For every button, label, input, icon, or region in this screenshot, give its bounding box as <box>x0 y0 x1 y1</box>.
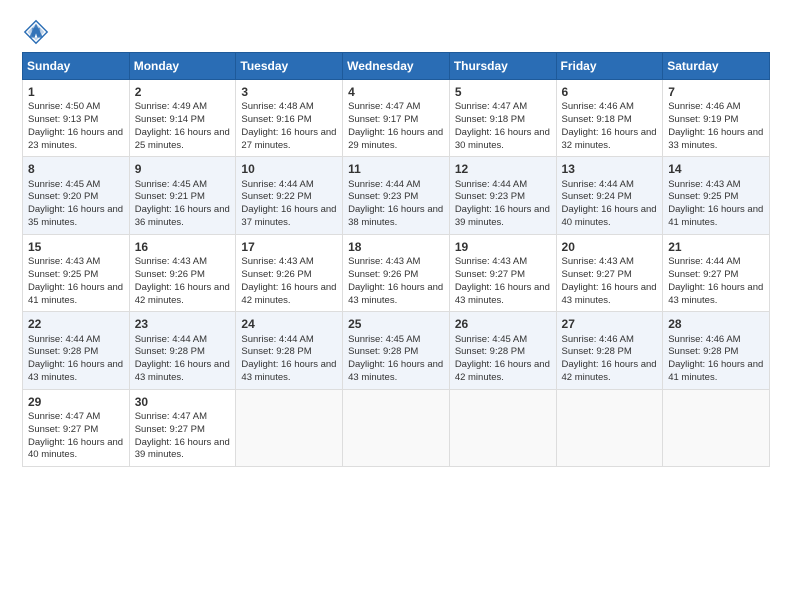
day-number: 14 <box>668 161 764 177</box>
calendar-cell: 10Sunrise: 4:44 AMSunset: 9:22 PMDayligh… <box>236 157 343 234</box>
day-number: 9 <box>135 161 231 177</box>
calendar-cell: 7Sunrise: 4:46 AMSunset: 9:19 PMDaylight… <box>663 80 770 157</box>
day-number: 6 <box>562 84 658 100</box>
calendar-cell: 25Sunrise: 4:45 AMSunset: 9:28 PMDayligh… <box>343 312 450 389</box>
calendar-cell: 24Sunrise: 4:44 AMSunset: 9:28 PMDayligh… <box>236 312 343 389</box>
header <box>22 18 770 46</box>
day-number: 1 <box>28 84 124 100</box>
calendar-cell: 22Sunrise: 4:44 AMSunset: 9:28 PMDayligh… <box>23 312 130 389</box>
calendar: Sunday Monday Tuesday Wednesday Thursday… <box>22 52 770 467</box>
calendar-cell: 11Sunrise: 4:44 AMSunset: 9:23 PMDayligh… <box>343 157 450 234</box>
day-number: 15 <box>28 239 124 255</box>
day-number: 23 <box>135 316 231 332</box>
calendar-cell: 13Sunrise: 4:44 AMSunset: 9:24 PMDayligh… <box>556 157 663 234</box>
day-number: 17 <box>241 239 337 255</box>
day-number: 18 <box>348 239 444 255</box>
day-number: 2 <box>135 84 231 100</box>
col-friday: Friday <box>556 53 663 80</box>
calendar-cell: 29Sunrise: 4:47 AMSunset: 9:27 PMDayligh… <box>23 389 130 466</box>
col-monday: Monday <box>129 53 236 80</box>
calendar-week-row: 15Sunrise: 4:43 AMSunset: 9:25 PMDayligh… <box>23 234 770 311</box>
day-number: 24 <box>241 316 337 332</box>
col-wednesday: Wednesday <box>343 53 450 80</box>
day-number: 25 <box>348 316 444 332</box>
day-number: 20 <box>562 239 658 255</box>
calendar-cell: 23Sunrise: 4:44 AMSunset: 9:28 PMDayligh… <box>129 312 236 389</box>
calendar-cell: 1Sunrise: 4:50 AMSunset: 9:13 PMDaylight… <box>23 80 130 157</box>
col-saturday: Saturday <box>663 53 770 80</box>
calendar-cell: 9Sunrise: 4:45 AMSunset: 9:21 PMDaylight… <box>129 157 236 234</box>
calendar-cell: 2Sunrise: 4:49 AMSunset: 9:14 PMDaylight… <box>129 80 236 157</box>
calendar-cell <box>663 389 770 466</box>
calendar-cell: 14Sunrise: 4:43 AMSunset: 9:25 PMDayligh… <box>663 157 770 234</box>
day-number: 11 <box>348 161 444 177</box>
day-number: 27 <box>562 316 658 332</box>
day-number: 12 <box>455 161 551 177</box>
calendar-cell: 4Sunrise: 4:47 AMSunset: 9:17 PMDaylight… <box>343 80 450 157</box>
calendar-week-row: 8Sunrise: 4:45 AMSunset: 9:20 PMDaylight… <box>23 157 770 234</box>
col-thursday: Thursday <box>449 53 556 80</box>
calendar-cell <box>236 389 343 466</box>
day-number: 4 <box>348 84 444 100</box>
calendar-cell <box>556 389 663 466</box>
calendar-cell: 26Sunrise: 4:45 AMSunset: 9:28 PMDayligh… <box>449 312 556 389</box>
day-number: 10 <box>241 161 337 177</box>
calendar-week-row: 22Sunrise: 4:44 AMSunset: 9:28 PMDayligh… <box>23 312 770 389</box>
page: Sunday Monday Tuesday Wednesday Thursday… <box>0 0 792 612</box>
calendar-cell: 17Sunrise: 4:43 AMSunset: 9:26 PMDayligh… <box>236 234 343 311</box>
day-number: 3 <box>241 84 337 100</box>
calendar-cell: 18Sunrise: 4:43 AMSunset: 9:26 PMDayligh… <box>343 234 450 311</box>
calendar-cell: 20Sunrise: 4:43 AMSunset: 9:27 PMDayligh… <box>556 234 663 311</box>
calendar-cell: 5Sunrise: 4:47 AMSunset: 9:18 PMDaylight… <box>449 80 556 157</box>
logo <box>22 18 54 46</box>
calendar-cell: 30Sunrise: 4:47 AMSunset: 9:27 PMDayligh… <box>129 389 236 466</box>
calendar-cell: 27Sunrise: 4:46 AMSunset: 9:28 PMDayligh… <box>556 312 663 389</box>
calendar-cell: 28Sunrise: 4:46 AMSunset: 9:28 PMDayligh… <box>663 312 770 389</box>
calendar-cell: 16Sunrise: 4:43 AMSunset: 9:26 PMDayligh… <box>129 234 236 311</box>
day-number: 29 <box>28 394 124 410</box>
day-number: 8 <box>28 161 124 177</box>
calendar-week-row: 29Sunrise: 4:47 AMSunset: 9:27 PMDayligh… <box>23 389 770 466</box>
calendar-cell <box>343 389 450 466</box>
day-number: 26 <box>455 316 551 332</box>
calendar-cell <box>449 389 556 466</box>
col-tuesday: Tuesday <box>236 53 343 80</box>
day-number: 19 <box>455 239 551 255</box>
day-number: 30 <box>135 394 231 410</box>
calendar-cell: 15Sunrise: 4:43 AMSunset: 9:25 PMDayligh… <box>23 234 130 311</box>
day-number: 22 <box>28 316 124 332</box>
day-number: 16 <box>135 239 231 255</box>
day-number: 28 <box>668 316 764 332</box>
calendar-cell: 12Sunrise: 4:44 AMSunset: 9:23 PMDayligh… <box>449 157 556 234</box>
logo-icon <box>22 18 50 46</box>
calendar-header-row: Sunday Monday Tuesday Wednesday Thursday… <box>23 53 770 80</box>
day-number: 7 <box>668 84 764 100</box>
day-number: 5 <box>455 84 551 100</box>
day-number: 13 <box>562 161 658 177</box>
calendar-week-row: 1Sunrise: 4:50 AMSunset: 9:13 PMDaylight… <box>23 80 770 157</box>
calendar-cell: 3Sunrise: 4:48 AMSunset: 9:16 PMDaylight… <box>236 80 343 157</box>
col-sunday: Sunday <box>23 53 130 80</box>
calendar-cell: 8Sunrise: 4:45 AMSunset: 9:20 PMDaylight… <box>23 157 130 234</box>
calendar-cell: 21Sunrise: 4:44 AMSunset: 9:27 PMDayligh… <box>663 234 770 311</box>
calendar-cell: 6Sunrise: 4:46 AMSunset: 9:18 PMDaylight… <box>556 80 663 157</box>
day-number: 21 <box>668 239 764 255</box>
calendar-cell: 19Sunrise: 4:43 AMSunset: 9:27 PMDayligh… <box>449 234 556 311</box>
